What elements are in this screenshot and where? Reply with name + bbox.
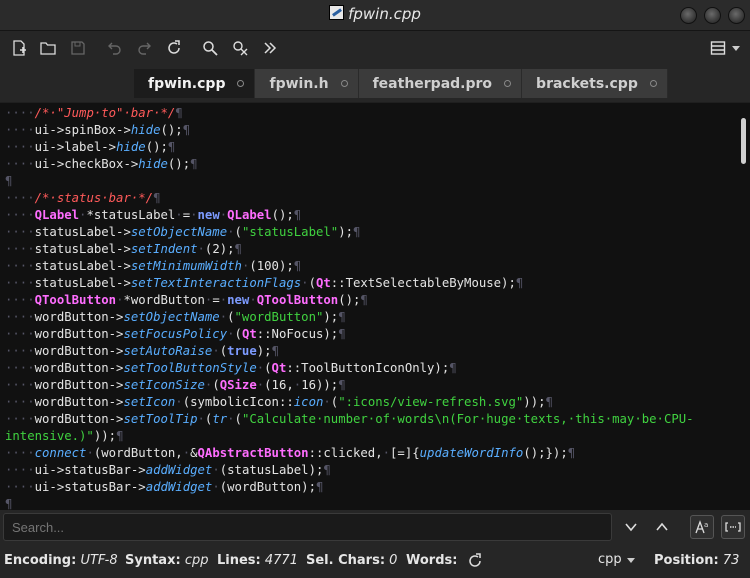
new-document-icon[interactable] <box>8 37 30 59</box>
reload-icon[interactable] <box>163 37 185 59</box>
tab-fpwin-cpp[interactable]: fpwin.cpp <box>134 69 256 98</box>
svg-text:a: a <box>704 521 708 529</box>
close-tab-icon[interactable] <box>649 80 657 87</box>
lines-status: Lines: 4771 <box>217 553 298 568</box>
undo-icon[interactable] <box>104 37 126 59</box>
go-to-line-icon[interactable] <box>259 37 281 59</box>
code-line[interactable]: ····wordButton->setAutoRaise·(true);¶ <box>5 343 279 360</box>
code-line[interactable]: ····ui->spinBox->hide();¶ <box>5 122 190 139</box>
tab-featherpad-pro[interactable]: featherpad.pro <box>358 69 523 98</box>
code-line[interactable]: ····/*·"Jump·to"·bar·*/¶ <box>5 105 183 122</box>
minimize-button[interactable] <box>680 7 697 24</box>
close-button[interactable] <box>728 7 745 24</box>
code-line[interactable]: ····wordButton->setIconSize·(QSize·(16,·… <box>5 377 346 394</box>
code-line[interactable]: ····wordButton->setToolButtonStyle·(Qt::… <box>5 360 457 377</box>
refresh-word-count-icon[interactable] <box>467 553 483 569</box>
code-line[interactable]: intensive.)"));¶ <box>5 428 123 445</box>
tab-brackets-cpp[interactable]: brackets.cpp <box>522 69 668 98</box>
status-bar: Encoding: UTF-8 Syntax: cpp Lines: 4771 … <box>0 544 750 578</box>
find-replace-icon[interactable] <box>229 37 251 59</box>
redo-icon[interactable] <box>133 37 155 59</box>
code-line[interactable]: ····statusLabel->setMinimumWidth·(100);¶ <box>5 258 301 275</box>
search-bar: a <box>0 510 750 544</box>
maximize-button[interactable] <box>704 7 721 24</box>
words-status: Words: <box>406 553 458 568</box>
tab-fpwin-h[interactable]: fpwin.h <box>255 69 359 98</box>
selected-chars-status: Sel. Chars: 0 <box>306 553 398 568</box>
code-line[interactable]: ····connect·(wordButton,·&QAbstractButto… <box>5 445 575 462</box>
menu-arrow-icon[interactable] <box>732 46 740 51</box>
code-line[interactable]: ····ui->statusBar->addWidget·(wordButton… <box>5 479 323 496</box>
tabs: fpwin.cpp fpwin.h featherpad.pro bracket… <box>134 69 668 98</box>
code-line[interactable]: ····QLabel·*statusLabel·=·new·QLabel();¶ <box>5 207 301 224</box>
code-line[interactable]: ····wordButton->setFocusPolicy·(Qt::NoFo… <box>5 326 346 343</box>
find-icon[interactable] <box>199 37 221 59</box>
code-line[interactable]: ····statusLabel->setObjectName·("statusL… <box>5 224 360 241</box>
code-line[interactable]: ¶ <box>5 173 12 190</box>
code-line[interactable]: ····wordButton->setIcon·(symbolicIcon::i… <box>5 394 553 411</box>
tab-bar: fpwin.cpp fpwin.h featherpad.pro bracket… <box>0 64 750 102</box>
vertical-scrollbar[interactable] <box>741 118 746 164</box>
whole-word-icon[interactable] <box>721 515 745 539</box>
code-line[interactable]: ····statusLabel->setIndent·(2);¶ <box>5 241 242 258</box>
toolbar <box>0 31 750 64</box>
position-status: Position: 73 <box>654 553 740 568</box>
search-input[interactable] <box>3 513 612 541</box>
code-editor[interactable]: ····/*·"Jump·to"·bar·*/¶ ····ui->spinBox-… <box>0 103 750 510</box>
close-tab-icon[interactable] <box>237 80 245 87</box>
window-title: fpwin.cpp <box>0 5 750 23</box>
code-line[interactable]: ····QToolButton·*wordButton·=·new·QToolB… <box>5 292 368 309</box>
chevron-down-icon[interactable] <box>627 558 635 563</box>
code-line[interactable]: ¶ <box>5 496 12 510</box>
code-line[interactable]: ····ui->checkBox->hide();¶ <box>5 156 198 173</box>
close-tab-icon[interactable] <box>504 80 512 87</box>
encoding-status: Encoding: UTF-8 <box>4 553 118 568</box>
save-icon[interactable] <box>67 37 89 59</box>
close-tab-icon[interactable] <box>340 80 348 87</box>
title-bar: fpwin.cpp <box>0 0 750 31</box>
code-line[interactable]: ····statusLabel->setTextInteractionFlags… <box>5 275 523 292</box>
hamburger-menu-icon[interactable] <box>707 37 729 59</box>
code-line[interactable]: ····ui->label->hide();¶ <box>5 139 175 156</box>
code-line[interactable]: ····wordButton->setToolTip·(tr·("Calcula… <box>5 411 694 428</box>
find-previous-icon[interactable] <box>650 515 674 539</box>
open-folder-icon[interactable] <box>37 37 59 59</box>
match-case-icon[interactable]: a <box>690 515 714 539</box>
featherpad-icon <box>329 5 345 20</box>
find-next-icon[interactable] <box>619 515 643 539</box>
language-selector[interactable]: cpp <box>598 552 622 567</box>
code-line[interactable]: ····/*·status·bar·*/¶ <box>5 190 161 207</box>
code-line[interactable]: ····wordButton->setObjectName·("wordButt… <box>5 309 346 326</box>
syntax-status: Syntax: cpp <box>125 553 209 568</box>
code-line[interactable]: ····ui->statusBar->addWidget·(statusLabe… <box>5 462 331 479</box>
